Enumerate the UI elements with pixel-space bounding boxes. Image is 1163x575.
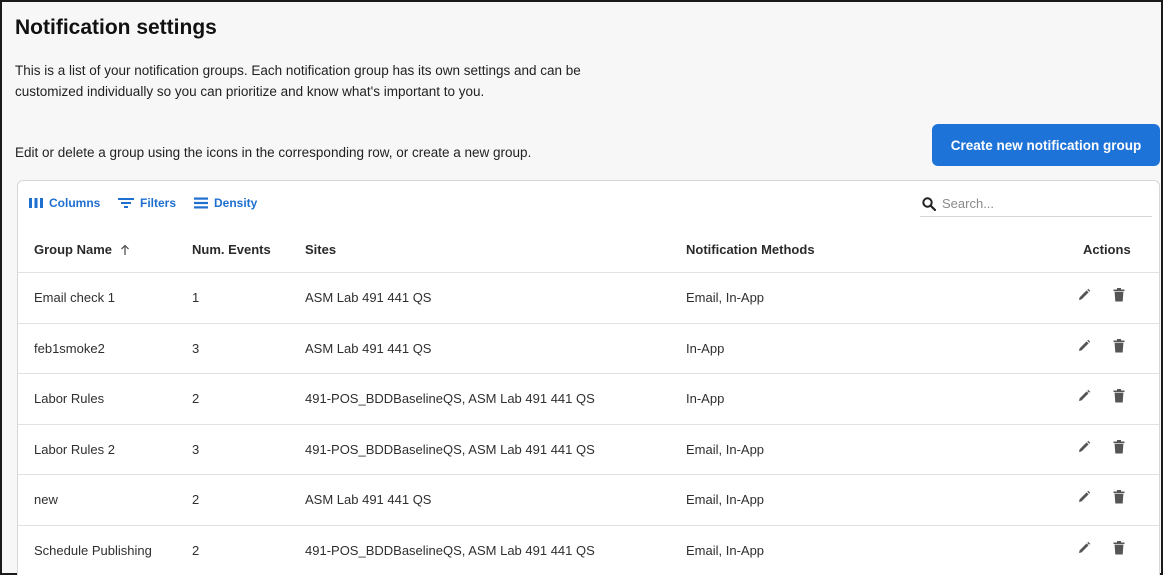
column-header-label: Sites xyxy=(305,242,337,257)
search-icon xyxy=(922,196,936,211)
sites-cell: ASM Lab 491 441 QS xyxy=(305,290,432,305)
column-header-notification-methods[interactable]: Notification Methods xyxy=(686,242,815,257)
column-header-group-name[interactable]: Group Name xyxy=(34,242,130,257)
column-header-sites[interactable]: Sites xyxy=(305,242,336,257)
group-name-cell: Schedule Publishing xyxy=(34,542,152,558)
row-actions xyxy=(1077,288,1125,302)
table-row: Labor Rules 2 3 491-POS_BDDBaselineQS, A… xyxy=(18,425,1159,475)
sites-cell: 491-POS_BDDBaselineQS, ASM Lab 491 441 Q… xyxy=(305,391,595,406)
notification-settings-page: Notification settings This is a list of … xyxy=(0,0,1163,575)
delete-icon[interactable] xyxy=(1113,389,1125,403)
edit-icon[interactable] xyxy=(1077,288,1091,302)
notification-methods-cell: Email, In-App xyxy=(686,290,765,305)
delete-icon[interactable] xyxy=(1113,338,1125,353)
group-name-cell: Labor Rules 2 xyxy=(34,441,115,457)
hint-text: Edit or delete a group using the icons i… xyxy=(15,145,532,160)
num-events-cell: 3 xyxy=(192,340,200,356)
delete-icon[interactable] xyxy=(1113,288,1125,302)
column-header-label: Notification Methods xyxy=(686,242,815,257)
notification-methods-cell: Email, In-App xyxy=(686,542,765,558)
density-button[interactable]: Density xyxy=(194,196,257,210)
group-name-cell: feb1smoke2 xyxy=(34,340,105,356)
group-name-cell: Email check 1 xyxy=(34,290,115,305)
notification-methods-cell: Email, In-App xyxy=(686,492,765,507)
column-header-num-events[interactable]: Num. Events xyxy=(192,242,271,257)
sort-ascending-icon xyxy=(121,244,129,255)
intro-text: This is a list of your notification grou… xyxy=(15,63,581,99)
row-actions xyxy=(1077,338,1125,353)
search-input[interactable] xyxy=(942,196,1142,211)
search-box xyxy=(920,191,1152,217)
columns-label: Columns xyxy=(49,196,101,210)
sites-cell: 491-POS_BDDBaselineQS, ASM Lab 491 441 Q… xyxy=(305,542,595,558)
row-actions xyxy=(1077,540,1125,555)
table-row: Schedule Publishing 2 491-POS_BDDBaselin… xyxy=(18,526,1159,575)
notification-groups-table: Columns Filters Density Search... Group … xyxy=(17,180,1160,575)
table-row: Email check 1 1 ASM Lab 491 441 QS Email… xyxy=(18,273,1159,324)
num-events-cell: 1 xyxy=(192,290,200,305)
table-toolbar: Columns Filters Density xyxy=(18,181,1159,227)
density-icon xyxy=(194,197,208,209)
notification-methods-cell: In-App xyxy=(686,391,725,406)
edit-icon[interactable] xyxy=(1077,541,1091,555)
table-row: Labor Rules 2 491-POS_BDDBaselineQS, ASM… xyxy=(18,374,1159,425)
columns-icon xyxy=(29,198,43,208)
column-header-actions: Actions xyxy=(1083,242,1131,257)
row-actions xyxy=(1077,490,1125,504)
table-header-row: Group Name Num. Events Sites Notificatio… xyxy=(18,227,1159,273)
column-header-label: Num. Events xyxy=(192,242,271,257)
delete-icon[interactable] xyxy=(1113,490,1125,504)
group-name-cell: Labor Rules xyxy=(34,391,105,406)
edit-icon[interactable] xyxy=(1077,490,1091,504)
notification-methods-cell: Email, In-App xyxy=(686,441,765,457)
notification-methods-cell: In-App xyxy=(686,340,725,356)
column-header-label: Actions xyxy=(1083,242,1131,257)
filters-label: Filters xyxy=(140,196,177,210)
sites-cell: ASM Lab 491 441 QS xyxy=(305,340,432,356)
filters-button[interactable]: Filters xyxy=(118,196,176,210)
num-events-cell: 2 xyxy=(192,391,200,406)
create-notification-group-button[interactable]: Create new notification group xyxy=(932,124,1160,166)
sites-cell: ASM Lab 491 441 QS xyxy=(305,492,432,507)
row-actions xyxy=(1077,439,1125,454)
num-events-cell: 2 xyxy=(192,492,200,507)
edit-icon[interactable] xyxy=(1077,440,1091,454)
edit-icon[interactable] xyxy=(1077,389,1091,403)
columns-button[interactable]: Columns xyxy=(29,196,100,210)
delete-icon[interactable] xyxy=(1113,540,1125,555)
edit-icon[interactable] xyxy=(1077,339,1091,353)
num-events-cell: 2 xyxy=(192,542,200,558)
sites-cell: 491-POS_BDDBaselineQS, ASM Lab 491 441 Q… xyxy=(305,441,595,457)
density-label: Density xyxy=(214,196,258,210)
page-title: Notification settings xyxy=(15,16,217,39)
group-name-cell: new xyxy=(34,492,58,507)
table-row: new 2 ASM Lab 491 441 QS Email, In-App xyxy=(18,475,1159,526)
column-header-label: Group Name xyxy=(34,242,113,257)
table-row: feb1smoke2 3 ASM Lab 491 441 QS In-App xyxy=(18,324,1159,374)
num-events-cell: 3 xyxy=(192,441,200,457)
delete-icon[interactable] xyxy=(1113,439,1125,454)
filter-icon xyxy=(118,198,134,208)
row-actions xyxy=(1077,389,1125,403)
